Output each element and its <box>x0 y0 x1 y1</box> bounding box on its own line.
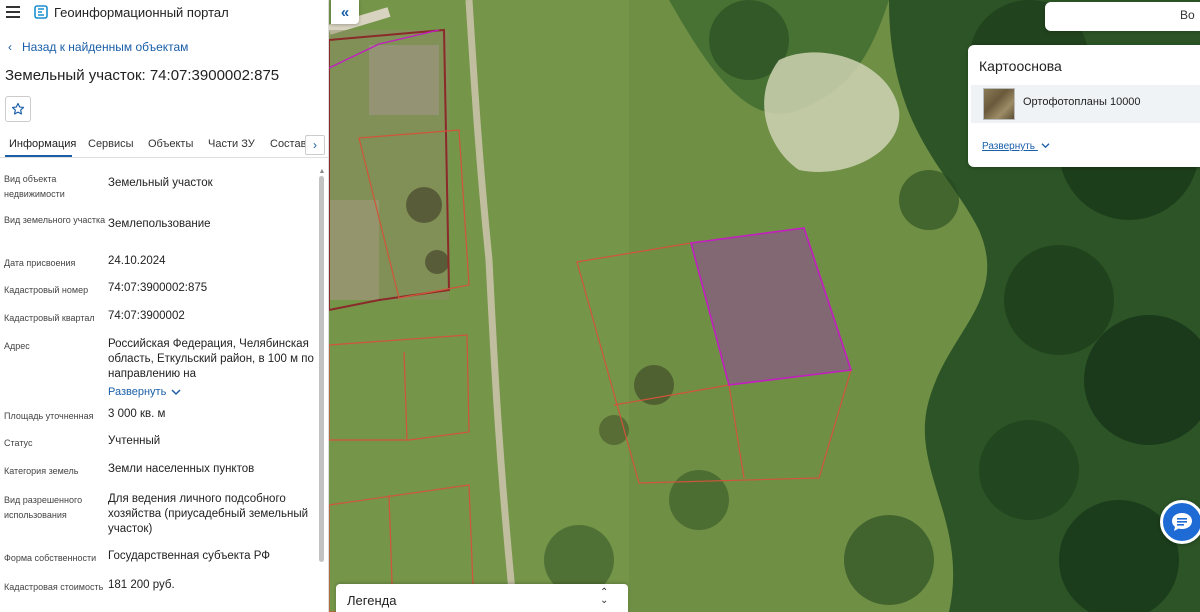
info-row: Форма собственности Государственная субъ… <box>0 547 318 576</box>
info-label: Вид объекта недвижимости <box>4 174 65 199</box>
info-row: Вид объекта недвижимости Земельный участ… <box>0 170 318 211</box>
scroll-up-icon[interactable]: ▲ <box>318 168 326 176</box>
info-value: Российская Федерация, Челябинская област… <box>108 338 314 380</box>
hamburger-icon[interactable] <box>6 6 20 18</box>
chat-icon <box>1172 513 1192 531</box>
chevron-right-icon: › <box>313 138 317 152</box>
basemap-option-orthophoto[interactable]: Ортофотопланы 10000 <box>971 85 1200 123</box>
legend-title: Легенда <box>347 593 397 608</box>
info-value: Земли населенных пунктов <box>108 463 255 475</box>
info-label: Вид земельного участка <box>4 215 106 225</box>
info-value: 181 200 руб. <box>108 579 175 591</box>
info-label: Кадастровый квартал <box>4 313 95 323</box>
info-row: Вид земельного участка Землепользование <box>0 211 318 252</box>
info-label: Вид разрешенного использования <box>4 495 83 520</box>
info-value: 74:07:3900002 <box>108 310 185 322</box>
chevron-down-icon <box>1041 143 1050 149</box>
info-value: Государственная субъекта РФ <box>108 550 270 562</box>
address-block: Российская Федерация, Челябинская област… <box>108 335 314 405</box>
info-row: Вид разрешенного использования Для веден… <box>0 488 318 547</box>
active-tab-indicator <box>5 155 72 157</box>
info-value: 74:07:3900002:875 <box>108 282 208 294</box>
star-icon <box>11 102 25 115</box>
legend-panel[interactable]: Легенда ⌃ ⌄ <box>336 584 628 612</box>
info-row: Кадастровый номер 74:07:3900002:875 <box>0 279 318 307</box>
top-bar: Геоинформационный портал <box>0 0 328 24</box>
info-label: Форма собственности <box>4 553 97 563</box>
favorite-button[interactable] <box>5 96 31 122</box>
back-to-results-link[interactable]: ‹ Назад к найденным объектам <box>8 40 188 54</box>
tabs-next-button[interactable]: › <box>305 135 325 155</box>
info-label: Дата присвоения <box>4 258 76 268</box>
app-title: Геоинформационный портал <box>54 4 229 20</box>
up-down-icon[interactable]: ⌃ ⌄ <box>600 588 608 606</box>
tab-bar: Информация Сервисы Объекты Части ЗУ Сост… <box>0 133 328 158</box>
address-expand-link[interactable]: Развернуть <box>108 386 181 398</box>
info-table: Вид объекта недвижимости Земельный участ… <box>0 170 318 612</box>
info-value: Учтенный <box>108 435 161 447</box>
basemap-thumbnail <box>983 88 1015 120</box>
info-row: Кадастровая стоимость 181 200 руб. <box>0 576 318 612</box>
info-value: Землепользование <box>108 218 211 230</box>
expand-label: Развернуть <box>108 386 167 398</box>
info-value: Для ведения личного подсобного хозяйства… <box>108 493 309 535</box>
info-label: Категория земель <box>4 466 79 476</box>
scrollbar-thumb[interactable] <box>319 176 324 562</box>
tab-objects[interactable]: Объекты <box>148 138 193 150</box>
info-label: Кадастровый номер <box>4 285 89 295</box>
info-label: Кадастровая стоимость <box>4 582 104 592</box>
collapse-panel-button[interactable]: « <box>331 0 359 24</box>
search-text: Во <box>1180 8 1195 22</box>
chevron-down-icon <box>171 389 181 396</box>
info-row: Статус Учтенный <box>0 432 318 460</box>
info-value: 3 000 кв. м <box>108 408 166 420</box>
info-label: Статус <box>4 438 33 448</box>
info-value: 24.10.2024 <box>108 255 166 267</box>
basemap-expand-label: Развернуть <box>982 141 1036 152</box>
page-title: Земельный участок: 74:07:3900002:875 <box>5 67 280 84</box>
panel-scrollbar[interactable]: ▲ <box>318 168 326 612</box>
tab-parts[interactable]: Части ЗУ <box>208 138 255 150</box>
info-row: Кадастровый квартал 74:07:3900002 <box>0 307 318 335</box>
info-label: Адрес <box>4 341 30 351</box>
info-row: Дата присвоения 24.10.2024 <box>0 252 318 279</box>
portal-logo-icon <box>34 5 48 19</box>
double-chevron-left-icon: « <box>340 3 350 21</box>
basemap-panel: Картооснова Ортофотопланы 10000 Разверну… <box>968 45 1200 167</box>
object-info-panel: Геоинформационный портал ‹ Назад к найде… <box>0 0 329 612</box>
info-row: Площадь уточненная 3 000 кв. м <box>0 405 318 432</box>
tab-composition[interactable]: Состав <box>270 138 306 150</box>
basemap-header: Картооснова <box>979 58 1062 74</box>
info-value: Земельный участок <box>108 177 213 189</box>
basemap-option-label: Ортофотопланы 10000 <box>1023 96 1141 108</box>
search-input[interactable]: Во <box>1045 2 1200 31</box>
chat-button[interactable] <box>1160 500 1200 544</box>
chevron-left-icon: ‹ <box>8 40 12 54</box>
back-label: Назад к найденным объектам <box>22 40 189 54</box>
info-row: Адрес Российская Федерация, Челябинская … <box>0 335 318 405</box>
info-label: Площадь уточненная <box>4 411 94 421</box>
basemap-expand-link[interactable]: Развернуть <box>982 141 1050 152</box>
info-row: Категория земель Земли населенных пункто… <box>0 460 318 488</box>
tab-info[interactable]: Информация <box>9 138 76 150</box>
tab-services[interactable]: Сервисы <box>88 138 134 150</box>
